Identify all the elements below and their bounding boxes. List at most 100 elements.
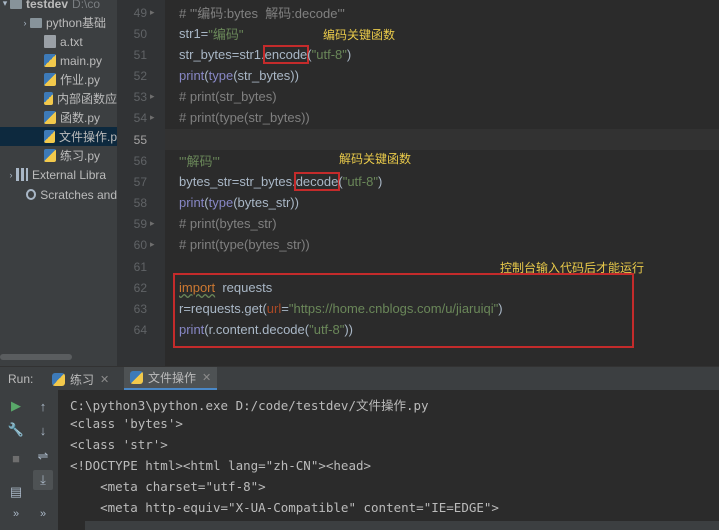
- chevron-down-icon[interactable]: ▾: [0, 0, 10, 9]
- code-line[interactable]: # print(str_bytes): [179, 86, 277, 107]
- tree-item-function-py[interactable]: 函数.py: [0, 108, 117, 127]
- tree-root[interactable]: ▾ testdev D:\co: [0, 0, 117, 13]
- arrow-up-icon[interactable]: ↑: [33, 396, 53, 416]
- tree-item-main-py[interactable]: main.py: [0, 51, 117, 70]
- wrench-icon[interactable]: 🔧: [6, 420, 26, 440]
- close-icon[interactable]: ✕: [202, 371, 211, 384]
- scratches-icon: [26, 189, 37, 200]
- line-number: 60: [133, 237, 147, 252]
- tree-horizontal-scrollbar[interactable]: [0, 354, 72, 360]
- run-label: Run:: [2, 367, 39, 391]
- ide-window: ▾ testdev D:\co › python基础 a.txt main.py…: [0, 0, 719, 530]
- tree-item-python-folder[interactable]: › python基础: [0, 13, 117, 32]
- line-number: 59: [133, 216, 147, 231]
- tree-root-path: D:\co: [72, 0, 101, 11]
- encode-annotation: 编码关键函数: [323, 28, 396, 42]
- folder-icon: [10, 0, 22, 9]
- more-icon[interactable]: »: [6, 504, 26, 524]
- tree-item-external-libraries[interactable]: › External Libra: [0, 165, 117, 184]
- line-number: 57: [133, 174, 147, 189]
- chevron-right-icon[interactable]: ›: [6, 170, 16, 180]
- project-tree: ▾ testdev D:\co › python基础 a.txt main.py…: [0, 0, 117, 366]
- console-line: C:\python3\python.exe D:/code/testdev/文件…: [70, 398, 429, 413]
- code-line[interactable]: # print(type(str_bytes)): [179, 107, 310, 128]
- console-line: <meta charset="utf-8">: [70, 479, 266, 494]
- line-number: 64: [133, 322, 147, 337]
- console-line: <class 'str'>: [70, 437, 168, 452]
- more-icon[interactable]: »: [33, 504, 53, 524]
- fold-marker-icon[interactable]: ▸: [150, 107, 160, 128]
- tree-item-label: a.txt: [60, 34, 83, 49]
- tree-item-label: External Libra: [32, 167, 107, 182]
- close-icon[interactable]: ✕: [100, 373, 109, 386]
- tree-item-label: main.py: [60, 53, 103, 68]
- run-side-toolbar: ▶ ↑ 🔧 ↓ ■ ⇌ ▤ ⤓ » »: [0, 390, 58, 530]
- rerun-icon[interactable]: ▶: [6, 396, 26, 416]
- tree-item-label: 练习.py: [60, 149, 101, 163]
- tree-item-a-txt[interactable]: a.txt: [0, 32, 117, 51]
- tree-item-label: 内部函数应: [56, 92, 117, 106]
- tab-practice[interactable]: 练习 ✕: [46, 367, 115, 391]
- run-label-text: Run:: [8, 372, 34, 386]
- line-number: 55: [133, 132, 147, 147]
- code-line[interactable]: str_bytes=str1. encode("utf-8"): [179, 44, 351, 65]
- python-file-icon: [44, 54, 56, 67]
- tree-item-label: 作业.py: [60, 73, 101, 87]
- tab-label: 文件操作: [148, 371, 197, 385]
- tree-item-homework-py[interactable]: 作业.py: [0, 70, 117, 89]
- code-line[interactable]: print(type (str_bytes)): [179, 65, 299, 86]
- layout-icon[interactable]: ▤: [6, 482, 26, 502]
- tree-item-inner-func-py[interactable]: 内部函数应: [0, 89, 117, 108]
- folder-icon: [30, 17, 42, 28]
- tree-item-scratches[interactable]: Scratches and: [0, 185, 117, 204]
- console-line: <!DOCTYPE html><html lang="zh-CN"><head>: [70, 458, 372, 473]
- code-line[interactable]: # '''编码:bytes 解码:decode''': [179, 2, 345, 23]
- arrow-down-icon[interactable]: ↓: [33, 420, 53, 440]
- python-file-icon: [44, 92, 53, 105]
- tab-label: 练习: [70, 372, 95, 387]
- code-line[interactable]: '''解码''': [179, 150, 220, 171]
- tree-item-label: 函数.py: [60, 111, 101, 125]
- decode-annotation: 解码关键函数: [339, 152, 412, 166]
- console-bottom-scrollbar[interactable]: [85, 521, 719, 530]
- line-number: 53: [133, 89, 147, 104]
- fold-marker-icon[interactable]: ▸: [150, 2, 160, 23]
- fold-marker-icon[interactable]: ▸: [150, 234, 160, 255]
- run-toolbar: Run: 练习 ✕ 文件操作 ✕: [0, 366, 719, 391]
- python-icon: [130, 371, 143, 384]
- fold-marker-icon[interactable]: ▸: [150, 86, 160, 107]
- python-file-icon: [44, 149, 56, 162]
- tree-root-label: testdev: [26, 0, 69, 11]
- line-number: 49: [133, 5, 147, 20]
- line-number: 56: [133, 153, 147, 168]
- console-line: <meta http-equiv="X-UA-Compatible" conte…: [70, 500, 499, 515]
- code-line[interactable]: bytes_str=str_bytes. decode("utf-8"): [179, 171, 382, 192]
- scroll-to-end-icon[interactable]: ⤓: [33, 470, 53, 490]
- code-line[interactable]: # print(type(bytes_str)): [179, 234, 310, 255]
- tree-item-practice-py[interactable]: 练习.py: [0, 146, 117, 165]
- tree-item-label: Scratches and: [40, 187, 117, 202]
- code-line[interactable]: str1= "编码": [179, 23, 244, 44]
- stop-icon[interactable]: ■: [6, 448, 26, 468]
- chevron-right-icon[interactable]: ›: [20, 18, 30, 28]
- fold-marker-icon[interactable]: ▸: [150, 213, 160, 234]
- tree-item-label: 文件操作.p: [58, 130, 117, 144]
- library-icon: [16, 168, 28, 181]
- tree-item-file-ops-py[interactable]: 文件操作.p: [0, 127, 117, 146]
- code-line[interactable]: print(type (bytes_str)): [179, 192, 299, 213]
- line-number: 62: [133, 280, 147, 295]
- line-number: 50: [133, 26, 147, 41]
- line-number: 61: [133, 259, 147, 274]
- line-number: 51: [133, 47, 147, 62]
- soft-wrap-icon[interactable]: ⇌: [33, 446, 53, 466]
- line-number: 54: [133, 110, 147, 125]
- tree-item-label: python基础: [46, 16, 107, 30]
- current-line-highlight: [165, 129, 719, 150]
- line-number: 58: [133, 195, 147, 210]
- python-file-icon: [44, 130, 55, 143]
- line-number: 63: [133, 301, 147, 316]
- text-file-icon: [44, 35, 56, 48]
- tab-file-ops[interactable]: 文件操作 ✕: [124, 367, 218, 391]
- code-line[interactable]: # print(bytes_str): [179, 213, 277, 234]
- python-file-icon: [44, 73, 56, 86]
